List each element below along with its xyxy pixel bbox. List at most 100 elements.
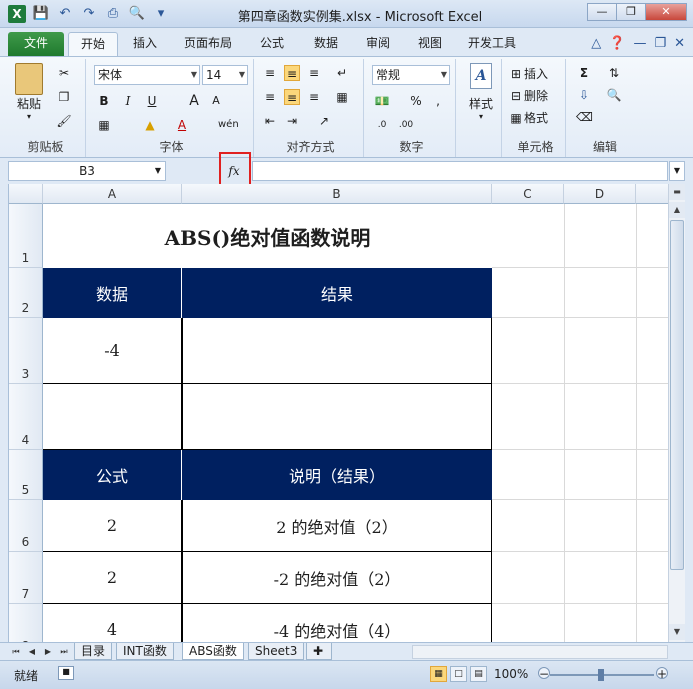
cell-a8[interactable]: 4 (43, 604, 182, 642)
column-header-e[interactable] (636, 184, 668, 204)
sheet-title-cell[interactable]: ABS()绝对值函数说明 (43, 204, 492, 268)
row-header-3[interactable]: 3 (9, 318, 43, 384)
expand-formula-bar-icon[interactable]: ▼ (669, 161, 685, 181)
italic-button[interactable]: I (120, 93, 136, 109)
cell-b4[interactable] (182, 384, 492, 450)
name-box[interactable]: B3 ▼ (8, 161, 166, 181)
column-header-b[interactable]: B (182, 184, 492, 204)
normal-view-icon[interactable]: ▦ (430, 666, 447, 682)
doc-minimize-icon[interactable]: — (633, 36, 646, 51)
cell-b5[interactable]: 说明（结果） (182, 450, 492, 500)
worksheet-grid[interactable]: A B C D 1 2 3 4 5 6 7 8 ABS()绝对值函数说明 数据 … (8, 184, 668, 642)
zoom-level[interactable]: 100% (494, 667, 528, 681)
horizontal-scrollbar[interactable] (412, 645, 668, 659)
scroll-down-icon[interactable]: ▼ (669, 624, 685, 640)
align-right-icon[interactable]: ≡ (306, 89, 322, 105)
cell-b6[interactable]: 2 的绝对值（2） (182, 500, 492, 552)
first-sheet-icon[interactable]: ⏮ (10, 645, 22, 659)
shrink-font-button[interactable]: A (208, 93, 224, 109)
excel-logo-icon[interactable]: X (8, 5, 26, 23)
cell-b3[interactable] (182, 318, 492, 384)
sheet-tab-catalog[interactable]: 目录 (74, 643, 113, 660)
cell-a6[interactable]: 2 (43, 500, 182, 552)
close-button[interactable]: ✕ (645, 3, 687, 21)
align-center-icon[interactable]: ≡ (284, 89, 300, 105)
increase-decimal-icon[interactable]: .0 (374, 117, 390, 133)
tab-insert[interactable]: 插入 (122, 32, 168, 56)
formula-input[interactable] (252, 161, 668, 181)
row-header-2[interactable]: 2 (9, 268, 43, 318)
comma-button[interactable]: , (430, 93, 446, 109)
insert-cells-button[interactable]: ⊞ 插入 (508, 65, 548, 82)
underline-button[interactable]: U (144, 93, 160, 109)
wrap-text-icon[interactable]: ↵ (334, 65, 350, 81)
row-header-1[interactable]: 1 (9, 204, 43, 268)
vertical-scroll-thumb[interactable] (670, 220, 684, 570)
undo-icon[interactable]: ↶ (56, 6, 74, 22)
row-header-8[interactable]: 8 (9, 604, 43, 642)
find-select-icon[interactable]: 🔍 (606, 87, 622, 103)
column-header-a[interactable]: A (43, 184, 182, 204)
cell-b8[interactable]: -4 的绝对值（4） (182, 604, 492, 642)
decrease-decimal-icon[interactable]: .00 (398, 117, 414, 133)
macro-record-icon[interactable]: ■ (58, 666, 74, 680)
insert-sheet-icon[interactable]: ✚ (306, 643, 332, 660)
next-sheet-icon[interactable]: ▶ (42, 645, 54, 659)
align-middle-icon[interactable]: ≡ (284, 65, 300, 81)
number-format-combo[interactable]: 常规 ▼ (372, 65, 450, 85)
tab-page-layout[interactable]: 页面布局 (176, 32, 240, 56)
tab-formulas[interactable]: 公式 (250, 32, 294, 56)
column-header-d[interactable]: D (564, 184, 636, 204)
cell-a7[interactable]: 2 (43, 552, 182, 604)
currency-icon[interactable]: 💵 (374, 93, 390, 109)
align-left-icon[interactable]: ≡ (262, 89, 278, 105)
column-header-c[interactable]: C (492, 184, 564, 204)
tab-file[interactable]: 文件 (8, 32, 64, 56)
prev-sheet-icon[interactable]: ◀ (26, 645, 38, 659)
sheet-tab-int[interactable]: INT函数 (116, 643, 174, 660)
paste-button[interactable]: 粘贴 ▾ (12, 63, 46, 121)
align-top-icon[interactable]: ≡ (262, 65, 278, 81)
cell-a5[interactable]: 公式 (43, 450, 182, 500)
minimize-button[interactable]: — (587, 3, 617, 21)
print-icon[interactable]: ⎙ (104, 6, 122, 22)
help-icon[interactable]: ❓ (609, 36, 625, 51)
save-icon[interactable]: 💾 (32, 6, 50, 22)
merge-center-icon[interactable]: ▦ (334, 89, 350, 105)
grow-font-button[interactable]: A (186, 93, 202, 109)
row-header-6[interactable]: 6 (9, 500, 43, 552)
vertical-scrollbar[interactable]: ▬ ▲ ▼ (668, 184, 685, 642)
cell-a4[interactable] (43, 384, 182, 450)
cell-a3[interactable]: -4 (43, 318, 182, 384)
cell-b7[interactable]: -2 的绝对值（2） (182, 552, 492, 604)
fill-icon[interactable]: ⇩ (576, 87, 592, 103)
print-preview-icon[interactable]: 🔍 (128, 6, 146, 22)
align-bottom-icon[interactable]: ≡ (306, 65, 322, 81)
tab-data[interactable]: 数据 (304, 32, 348, 56)
decrease-indent-icon[interactable]: ⇤ (262, 113, 278, 129)
tab-review[interactable]: 审阅 (356, 32, 400, 56)
clear-icon[interactable]: ⌫ (576, 109, 593, 125)
redo-icon[interactable]: ↷ (80, 6, 98, 22)
zoom-slider[interactable]: − + (538, 667, 668, 682)
increase-indent-icon[interactable]: ⇥ (284, 113, 300, 129)
zoom-knob[interactable] (598, 669, 604, 681)
select-all-corner[interactable] (9, 184, 43, 204)
tab-home[interactable]: 开始 (68, 32, 118, 56)
row-header-4[interactable]: 4 (9, 384, 43, 450)
fill-color-icon[interactable]: ▲ (142, 117, 158, 133)
format-cells-button[interactable]: ▦ 格式 (508, 109, 548, 126)
scroll-split-icon[interactable]: ▬ (669, 184, 685, 200)
sheet-tab-sheet3[interactable]: Sheet3 (248, 643, 305, 660)
bold-button[interactable]: B (96, 93, 112, 109)
customize-qat-icon[interactable]: ▾ (152, 6, 170, 22)
last-sheet-icon[interactable]: ⏭ (58, 645, 70, 659)
format-painter-icon[interactable]: 🖌 (56, 113, 72, 129)
cut-icon[interactable]: ✂ (56, 65, 72, 81)
minimize-ribbon-icon[interactable]: △ (591, 36, 601, 51)
copy-icon[interactable]: ❐ (56, 89, 72, 105)
sort-filter-icon[interactable]: ⇅ (606, 65, 622, 81)
row-header-5[interactable]: 5 (9, 450, 43, 500)
font-size-combo[interactable]: 14 ▼ (202, 65, 248, 85)
font-name-combo[interactable]: 宋体 ▼ (94, 65, 200, 85)
